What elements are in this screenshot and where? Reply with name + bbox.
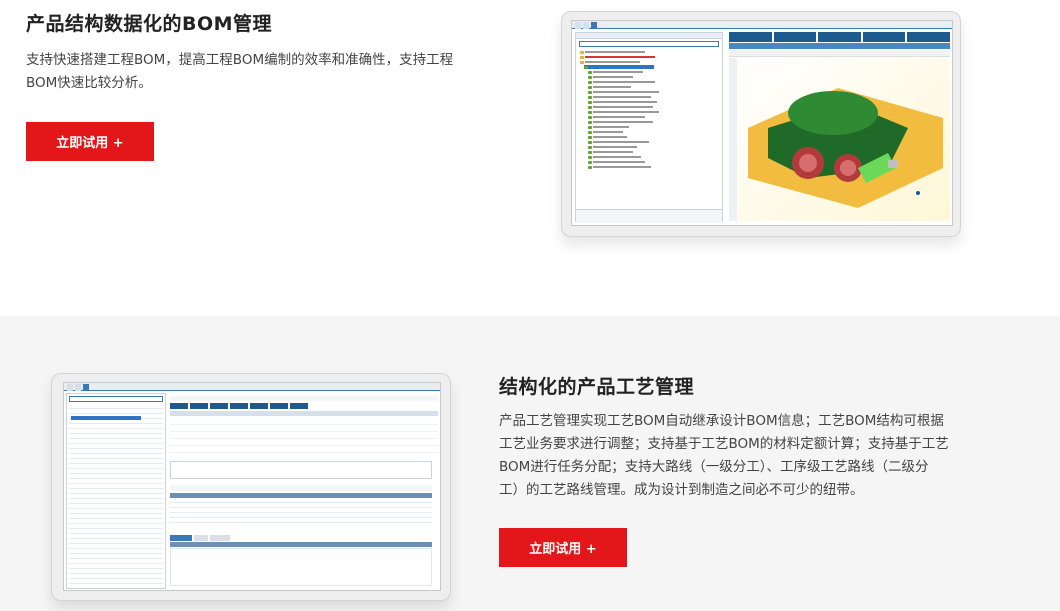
tree-item[interactable] [588,115,645,119]
process-desc-line-2: 工艺业务要求进行调整；支持基于工艺BOM的材料定额计算；支持基于工艺 [499,436,949,452]
tree-item[interactable] [588,165,651,169]
form-tool-button[interactable] [170,403,188,409]
tree-item[interactable] [588,140,649,144]
bom-try-button[interactable]: 立即试用 + [26,122,154,161]
tree-item[interactable] [588,105,653,109]
3d-model-viewport[interactable] [738,58,950,221]
form-remark-textarea[interactable] [170,461,432,479]
form-tool-button[interactable] [190,403,208,409]
grid-toolbar [170,485,432,491]
bom-section-title: 产品结构数据化的BOM管理 [26,13,273,35]
process-tree-list [69,405,163,585]
process-section-description: 产品工艺管理实现工艺BOM自动继承设计BOM信息；工艺BOM结构可根据 工艺业务… [499,410,999,502]
form-tool-button[interactable] [210,403,228,409]
form-breadcrumb [170,396,438,401]
bom-screenshot-screen [571,20,953,226]
form-subtabs [170,411,438,416]
tree-item[interactable] [588,100,657,104]
form-tool-button[interactable] [290,403,308,409]
tree-header [576,33,722,39]
bom-screenshot-tablet [561,11,961,237]
tree-item[interactable] [588,130,623,134]
process-screenshot-tablet [51,373,451,601]
process-section: 结构化的产品工艺管理 产品工艺管理实现工艺BOM自动继承设计BOM信息；工艺BO… [0,316,1060,611]
tree-item[interactable] [588,80,655,84]
bom-section-description: 支持快速搭建工程BOM，提高工程BOM编制的效率和准确性，支持工程 BOM快速比… [26,49,496,95]
viewer-tab[interactable] [907,32,950,42]
tree-item[interactable] [588,160,645,164]
form-fields [170,418,438,458]
viewer-icon-strip [729,50,950,57]
bottom-tab[interactable] [210,535,230,541]
bom-desc-line-1: 支持快速搭建工程BOM，提高工程BOM编制的效率和准确性，支持工程 [26,52,454,68]
bottom-tabs [170,535,432,541]
process-desc-line-3: BOM进行任务分配；支持大路线（一级分工）、工序级工艺路线（二级分 [499,459,929,475]
tree-item[interactable] [588,135,627,139]
process-desc-line-4: 工）的工艺路线管理。成为设计到制造之间必不可少的纽带。 [499,482,864,498]
process-tree-selected[interactable] [71,416,141,420]
app-tab [67,384,73,391]
bottom-tab[interactable] [194,535,208,541]
process-screenshot-screen [63,382,441,591]
gearbox-3d-model [738,58,950,221]
app-tab-active [83,384,89,391]
form-tool-button[interactable] [270,403,288,409]
tree-item-selected[interactable] [584,65,654,69]
viewer-ribbon [729,43,950,49]
viewer-tab[interactable] [818,32,861,42]
process-tree-search[interactable] [69,396,163,402]
tree-item[interactable] [588,155,641,159]
app-tabbar [64,383,440,391]
tree-item[interactable] [580,50,645,54]
app-tabbar [572,21,952,29]
viewer-tab[interactable] [773,32,817,42]
bottom-grid-body [170,548,432,586]
tree-item[interactable] [588,110,659,114]
form-tool-button[interactable] [250,403,268,409]
form-tool-button[interactable] [230,403,248,409]
tree-item[interactable] [588,145,637,149]
app-tab [75,384,81,391]
bom-section: 产品结构数据化的BOM管理 支持快速搭建工程BOM，提高工程BOM编制的效率和准… [0,0,1060,316]
viewer-tab[interactable] [862,32,906,42]
tree-list [578,50,708,210]
tree-item[interactable] [588,95,651,99]
process-section-title: 结构化的产品工艺管理 [499,376,695,398]
tree-item[interactable] [588,120,653,124]
viewer-side-tools [729,58,737,221]
tree-item[interactable] [588,150,633,154]
tree-item[interactable] [588,75,633,79]
process-tree-panel [66,393,166,589]
tree-item[interactable] [588,125,629,129]
process-form-panel [170,393,438,589]
app-tab-active [591,22,597,29]
bottom-grid-header [170,542,432,547]
tree-item[interactable] [588,85,631,89]
tree-footer [576,209,722,223]
grid-rows [170,498,432,526]
tree-item[interactable] [580,60,640,64]
tree-search-input[interactable] [579,41,719,47]
bottom-tab[interactable] [170,535,192,541]
app-tab [583,22,589,29]
tree-item[interactable] [588,70,643,74]
process-desc-line-1: 产品工艺管理实现工艺BOM自动继承设计BOM信息；工艺BOM结构可根据 [499,413,944,429]
viewer-tab[interactable] [729,32,772,42]
bom-desc-line-2: BOM快速比较分析。 [26,75,152,91]
tree-item[interactable] [588,90,659,94]
process-try-button[interactable]: 立即试用 + [499,528,627,567]
app-tab [575,22,581,29]
bom-tree-panel [575,32,723,223]
tree-item[interactable] [580,55,655,59]
form-toolbar [170,403,438,409]
viewer-toolbar [729,32,950,42]
